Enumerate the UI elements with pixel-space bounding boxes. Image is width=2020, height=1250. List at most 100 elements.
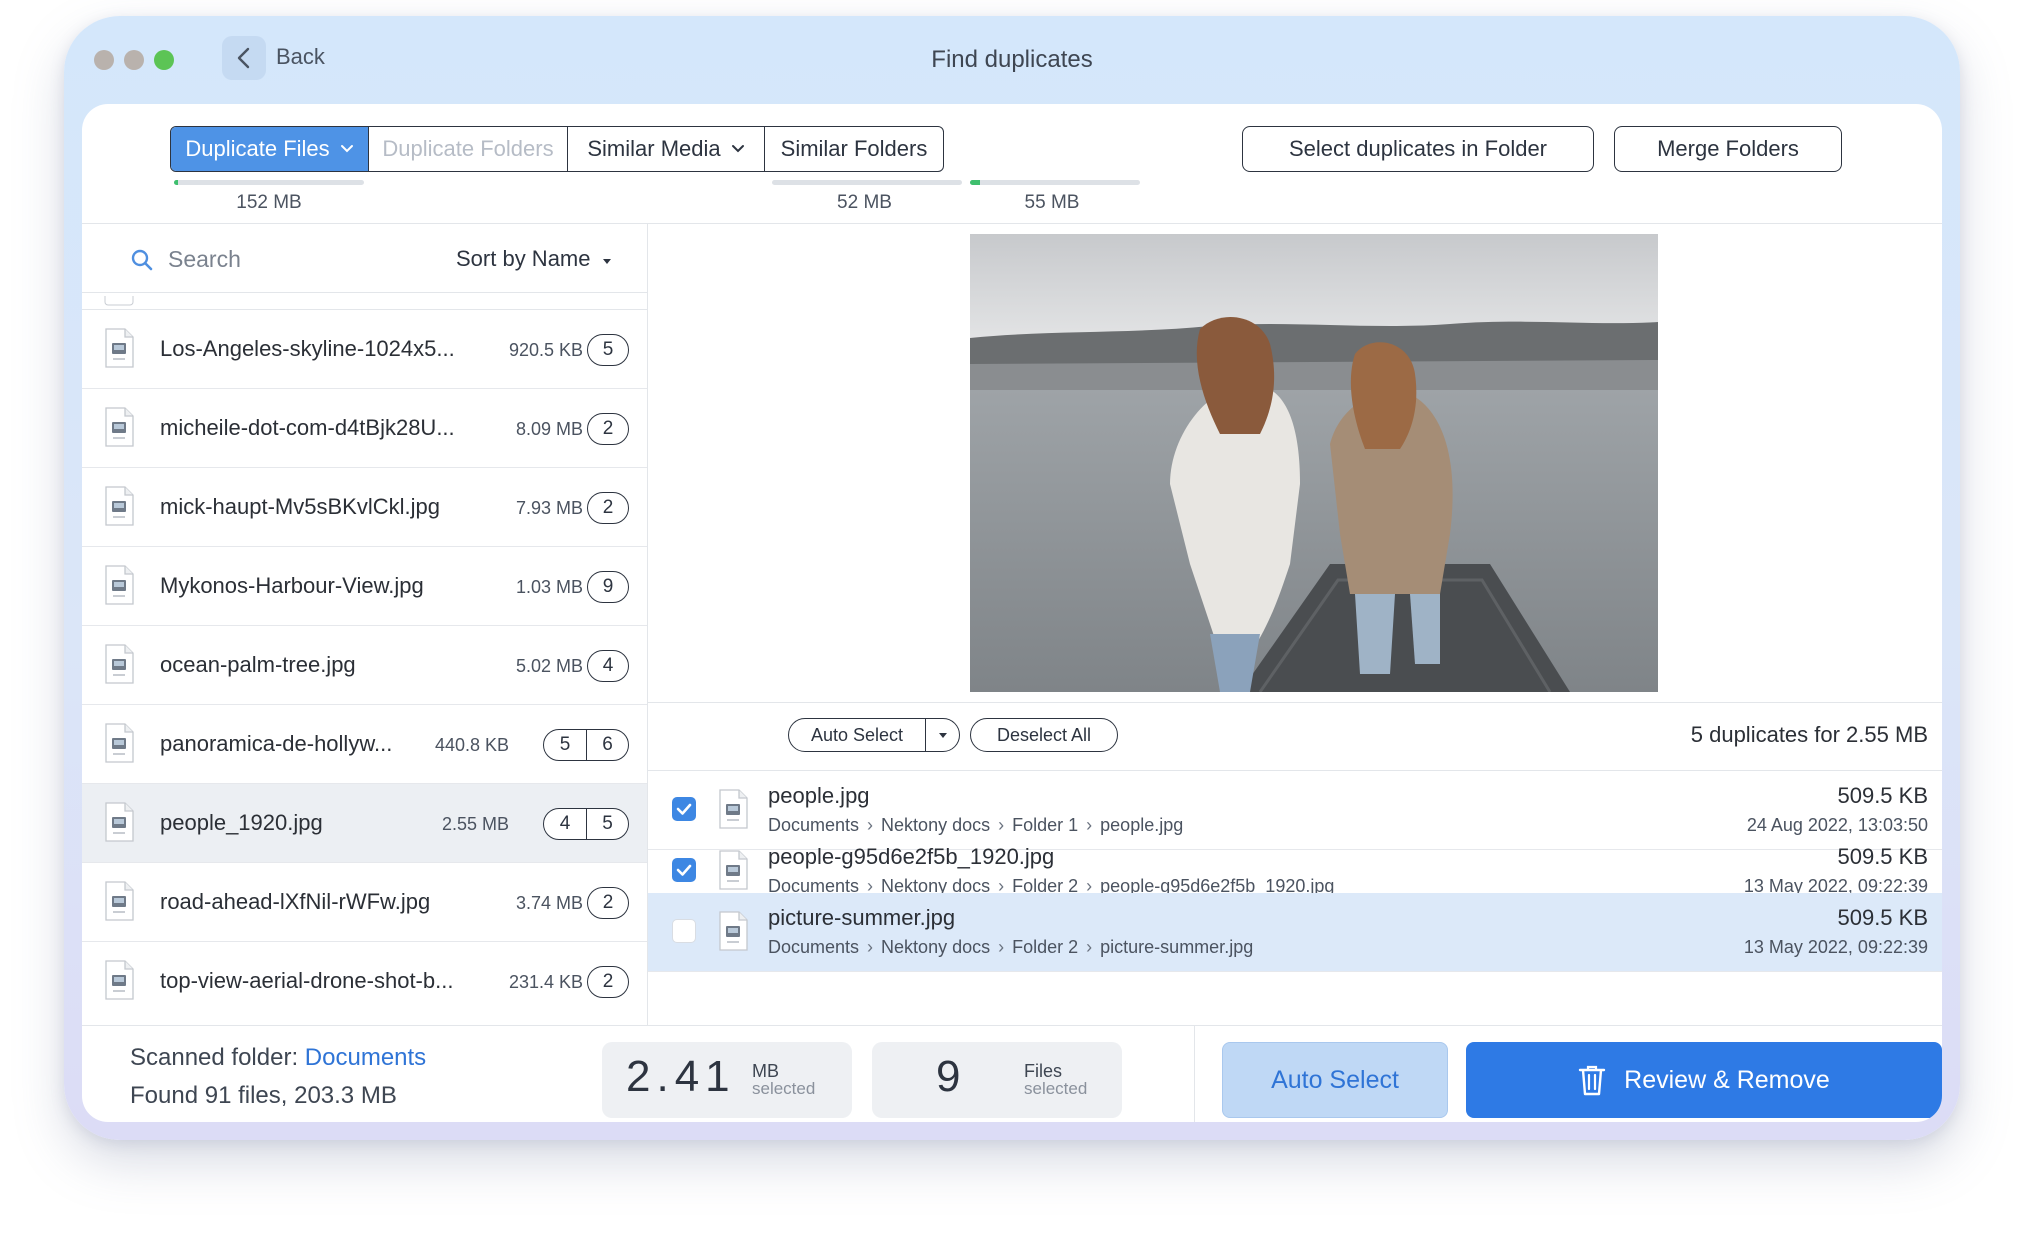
scanned-folder-line: Scanned folder: Documents (130, 1044, 426, 1072)
files-selected-value: 9 (936, 1052, 967, 1101)
file-name: panoramica-de-hollyw... (160, 731, 393, 756)
list-item[interactable]: Los-Angeles-skyline-1024x5... 920.5 KB 5 (82, 310, 647, 389)
files-selected-stat: 9 Files selected (872, 1042, 1122, 1118)
file-size: 3.74 MB (515, 893, 583, 913)
checkmark-icon (676, 803, 692, 815)
review-and-remove-button[interactable]: Review & Remove (1466, 1042, 1942, 1118)
search-input[interactable]: Search (168, 246, 241, 273)
similar-folders-progress (970, 180, 1140, 185)
search-divider (82, 292, 647, 293)
duplicate-count: 2 (602, 892, 614, 913)
size-selected-value: 2.41 (626, 1052, 736, 1101)
file-icon (104, 296, 134, 306)
image-preview (970, 234, 1658, 692)
image-file-icon (719, 911, 748, 951)
review-and-remove-label: Review & Remove (1624, 1065, 1830, 1094)
auto-select-options-button[interactable] (925, 719, 959, 751)
duplicate-count: 2 (602, 418, 614, 439)
tab-label: Duplicate Files (185, 136, 330, 161)
image-file-icon (719, 850, 748, 890)
duplicate-count-badge: 2 (587, 413, 629, 445)
duplicate-count: 5 (559, 734, 571, 755)
tab-similar-folders[interactable]: Similar Folders (765, 127, 943, 171)
file-size: 7.93 MB (515, 498, 583, 518)
file-name: road-ahead-lXfNil-rWFw.jpg (160, 889, 431, 914)
photo-preview (970, 234, 1658, 692)
list-item[interactable]: mick-haupt-Mv5sBKvlCkl.jpg 7.93 MB 2 (82, 468, 647, 547)
size-selected-unit: MB (752, 1061, 779, 1081)
footer-bar: Scanned folder: Documents Found 91 files… (82, 1026, 1942, 1122)
list-item-selected[interactable]: people_1920.jpg 2.55 MB 4 5 (82, 784, 647, 863)
file-name: Los-Angeles-skyline-1024x5... (160, 336, 455, 361)
duplicate-count-badge: 2 (587, 887, 629, 919)
duplicate-count: 4 (559, 813, 571, 834)
list-item[interactable]: ocean-palm-tree.jpg 5.02 MB 4 (82, 626, 647, 705)
duplicate-row[interactable]: picture-summer.jpg Documents › Nektony do… (648, 893, 1942, 972)
path-segment[interactable]: Documents (768, 937, 859, 958)
list-item[interactable]: top-view-aerial-drone-shot-b... 231.4 KB… (82, 942, 647, 1021)
checkbox-checked[interactable] (672, 858, 696, 882)
path-segment[interactable]: picture-summer.jpg (1100, 937, 1253, 958)
tab-label: Duplicate Folders (382, 136, 554, 161)
duplicate-count: 6 (586, 730, 628, 760)
list-item[interactable]: panoramica-de-hollyw... 440.8 KB 5 6 (82, 705, 647, 784)
sort-dropdown[interactable]: Sort by Name (456, 246, 613, 272)
size-selected-caption: selected (752, 1079, 816, 1098)
tab-similar-media[interactable]: Similar Media (568, 127, 765, 171)
path-segment[interactable]: Folder 2 (1012, 937, 1078, 958)
file-name: top-view-aerial-drone-shot-b... (160, 968, 454, 993)
preview-divider (648, 702, 1942, 703)
image-file-icon (105, 328, 134, 368)
path-segment[interactable]: Nektony docs (881, 937, 990, 958)
list-item[interactable]: road-ahead-lXfNil-rWFw.jpg 3.74 MB 2 (82, 863, 647, 942)
duplicate-count-badge: 5 6 (543, 729, 629, 761)
search-icon (131, 249, 153, 271)
path-separator: › (867, 937, 874, 957)
file-name: mick-haupt-Mv5sBKvlCkl.jpg (160, 494, 440, 519)
checkbox-checked[interactable] (672, 797, 696, 821)
list-item[interactable]: micheile-dot-com-d4tBjk28U... 8.09 MB 2 (82, 389, 647, 468)
image-file-icon (105, 881, 134, 921)
file-size: 8.09 MB (515, 419, 583, 439)
duplicate-count: 4 (602, 655, 614, 676)
file-size: 1.03 MB (515, 577, 583, 597)
image-file-icon (105, 723, 134, 763)
image-file-icon (105, 486, 134, 526)
image-file-icon (105, 960, 134, 1000)
select-duplicates-in-folder-button[interactable]: Select duplicates in Folder (1242, 126, 1594, 172)
file-size: 5.02 MB (515, 656, 583, 676)
file-name: Mykonos-Harbour-View.jpg (160, 573, 424, 598)
merge-folders-button[interactable]: Merge Folders (1614, 126, 1842, 172)
duplicate-date: 13 May 2022, 09:22:39 (1743, 937, 1928, 957)
auto-select-button[interactable]: Auto Select (789, 725, 925, 746)
duplicate-path: Documents › Nektony docs › Folder 2 › pictu… (768, 937, 1253, 958)
tab-duplicate-folders[interactable]: Duplicate Folders (369, 127, 568, 171)
size-selected-stat: 2.41 MB selected (602, 1042, 852, 1118)
duplicate-count: 5 (586, 809, 628, 839)
files-selected-caption: selected (1024, 1079, 1088, 1098)
duplicate-count: 5 (602, 339, 614, 360)
chevron-down-icon (340, 145, 353, 153)
duplicate-count-badge: 2 (587, 966, 629, 998)
chevron-down-icon (731, 145, 744, 153)
deselect-all-button[interactable]: Deselect All (970, 718, 1118, 752)
file-size: 2.55 MB (441, 814, 509, 834)
duplicate-count: 2 (602, 497, 614, 518)
duplicate-files-progress (174, 180, 364, 185)
duplicate-count: 9 (602, 576, 614, 597)
file-size: 920.5 KB (508, 340, 583, 360)
checkbox-unchecked[interactable] (672, 919, 696, 943)
auto-select-footer-button[interactable]: Auto Select (1222, 1042, 1448, 1118)
duplicate-count-badge: 5 (587, 334, 629, 366)
path-separator: › (1086, 937, 1093, 957)
tab-duplicate-files[interactable]: Duplicate Files (171, 127, 369, 171)
caret-down-icon (938, 733, 947, 738)
duplicate-count-badge: 9 (587, 571, 629, 603)
found-files-summary: Found 91 files, 203.3 MB (130, 1082, 397, 1109)
scanned-folder-link[interactable]: Documents (305, 1044, 426, 1071)
auto-select-split-button: Auto Select (788, 718, 960, 752)
duplicate-name: picture-summer.jpg (768, 905, 956, 930)
similar-folders-size: 55 MB (1024, 192, 1080, 213)
list-item[interactable]: Mykonos-Harbour-View.jpg 1.03 MB 9 (82, 547, 647, 626)
duplicate-count-badge: 4 5 (543, 808, 629, 840)
